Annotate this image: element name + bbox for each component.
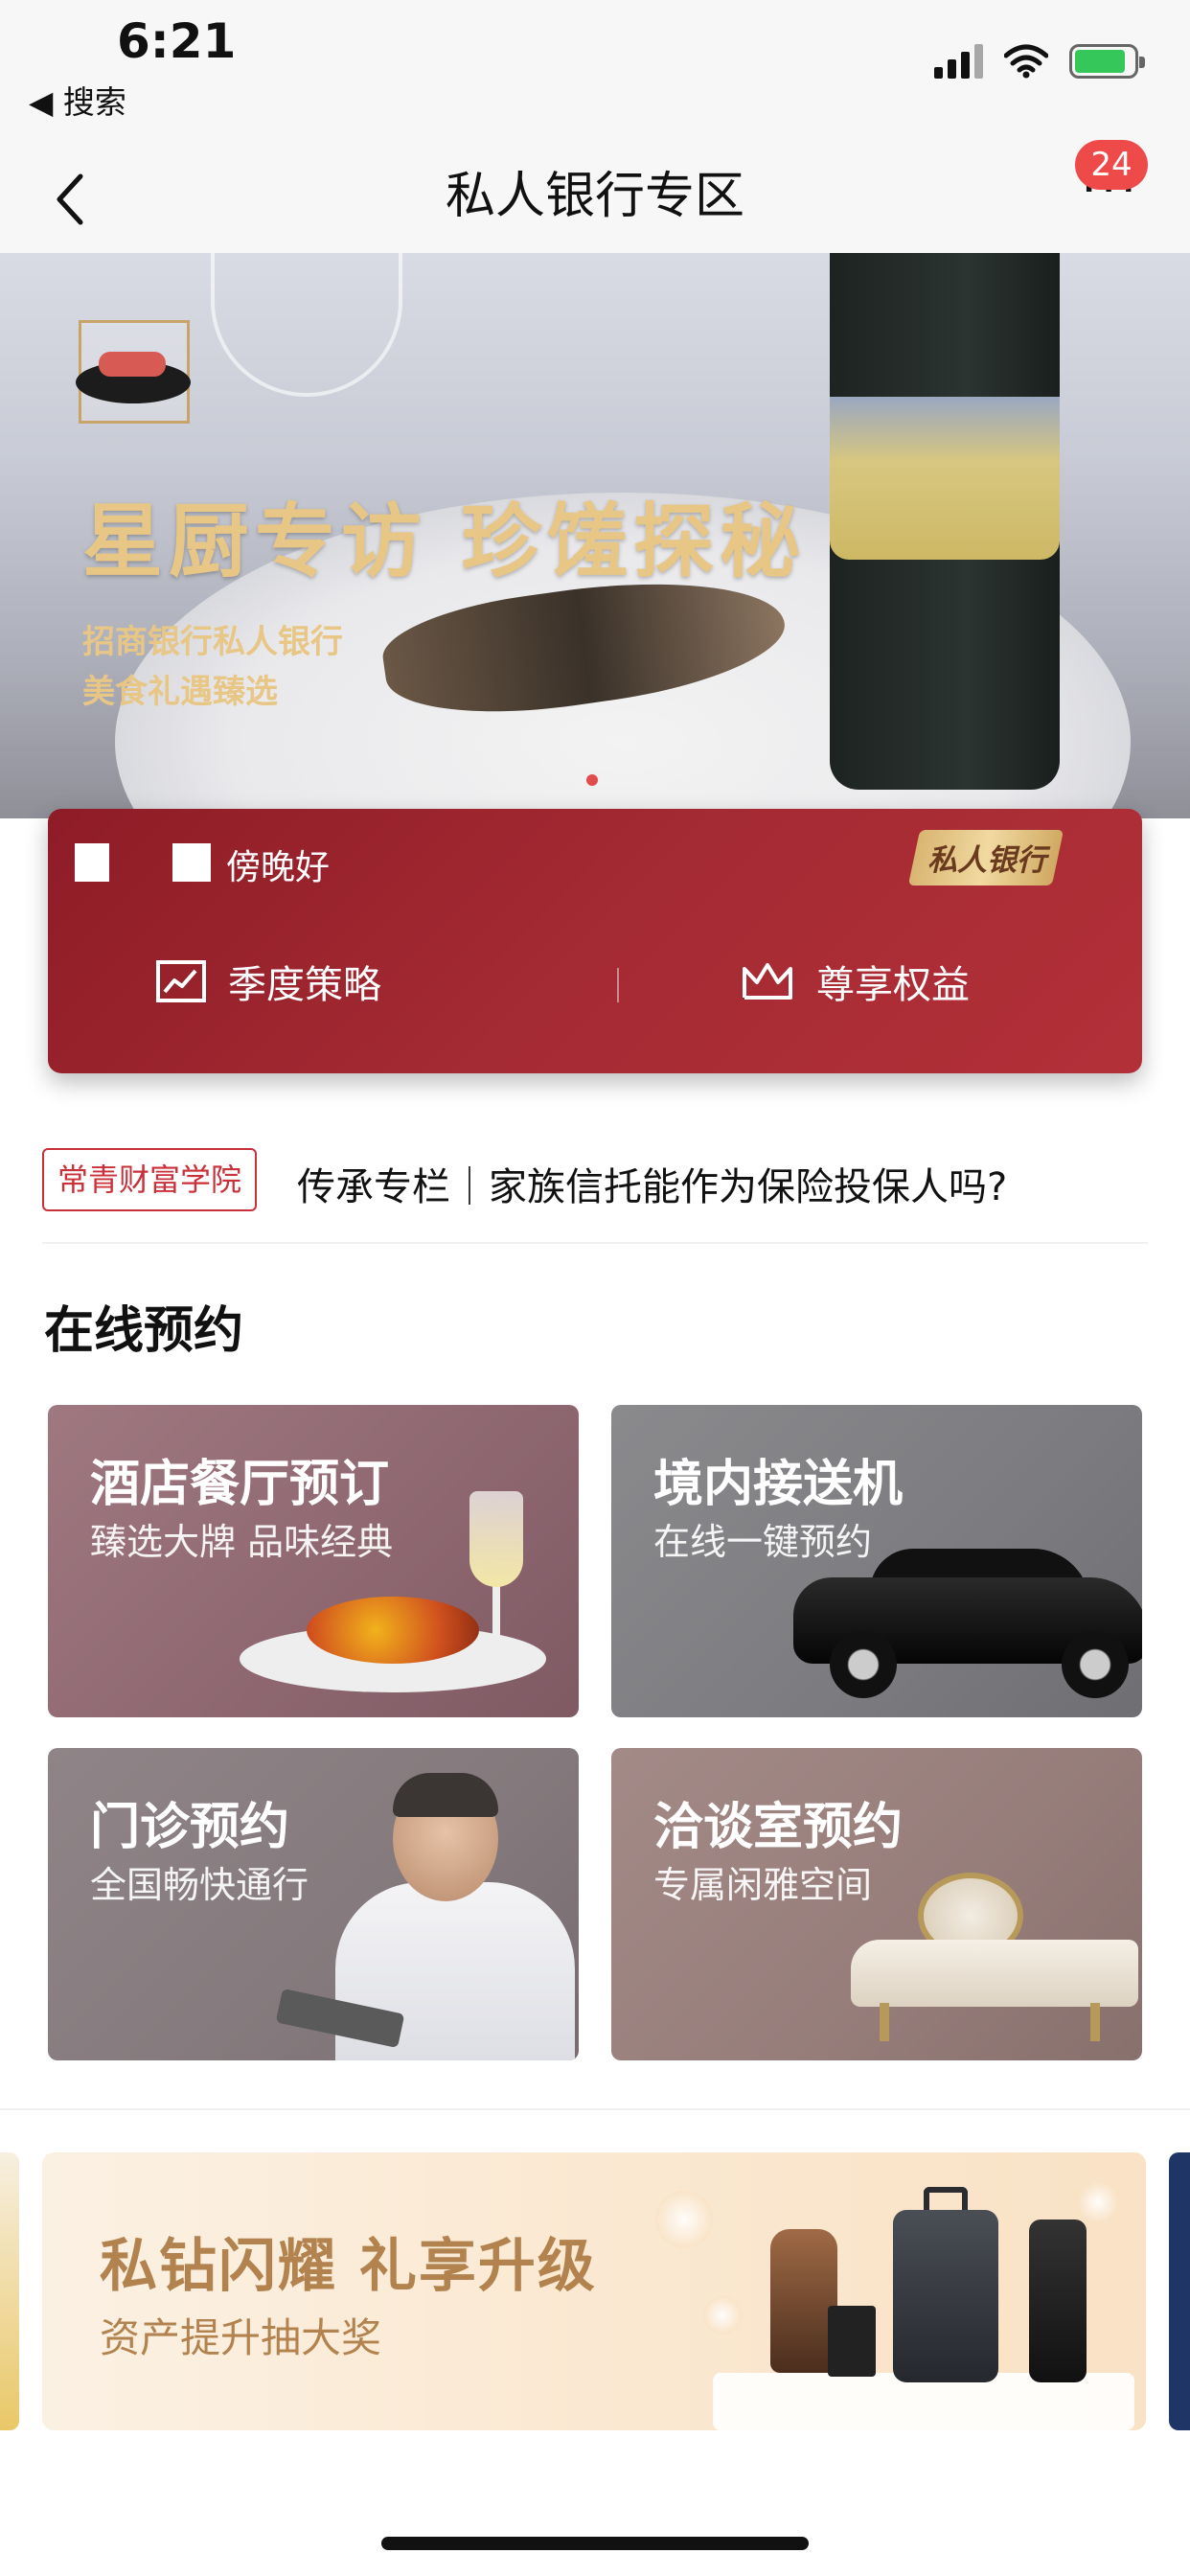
home-indicator <box>381 2537 809 2550</box>
page: 6:21 ◀ 搜索 私人银行专区 ··· 24 星厨专访 珍馐探秘 招商银行私人… <box>0 0 1190 2576</box>
status-icons <box>934 42 1145 80</box>
champagne-glass-icon <box>469 1491 523 1587</box>
airport-transfer-tile[interactable]: 境内接送机 在线一键预约 <box>611 1405 1142 1717</box>
bottle-label-decoration <box>830 397 1060 560</box>
camera-gimbal-icon <box>1029 2220 1087 2382</box>
meeting-room-booking-tile[interactable]: 洽谈室预约 专属闲雅空间 <box>611 1748 1142 2060</box>
hotel-restaurant-booking-tile[interactable]: 酒店餐厅预订 臻选大牌 品味经典 <box>48 1405 579 1717</box>
carousel-prev-card[interactable] <box>0 2152 19 2430</box>
redacted-name-block <box>172 843 211 882</box>
chart-icon <box>156 960 206 1002</box>
doctor-hair-decoration <box>393 1773 498 1817</box>
signal-icon <box>934 44 983 79</box>
academy-headline-link[interactable]: 传承专栏｜家族信托能作为保险投保人吗? <box>297 1156 1007 1211</box>
food-icon <box>307 1597 479 1664</box>
online-booking-title: 在线预约 <box>44 1302 244 1360</box>
promo-subtitle: 资产提升抽大奖 <box>100 2314 382 2361</box>
glass-decoration <box>211 253 402 397</box>
exclusive-benefits-label: 尊享权益 <box>816 963 970 1007</box>
card-divider <box>617 968 619 1002</box>
tile-subtitle: 臻选大牌 品味经典 <box>90 1521 394 1563</box>
banner-subtitle: 招商银行私人银行 美食礼遇臻选 <box>82 617 343 717</box>
quarterly-strategy-label: 季度策略 <box>228 963 381 1007</box>
tile-title: 洽谈室预约 <box>653 1799 904 1856</box>
section-divider <box>42 1242 1148 1244</box>
redacted-name-block <box>75 843 109 882</box>
car-wheel-decoration <box>1062 1631 1129 1698</box>
page-title: 私人银行专区 <box>445 168 744 225</box>
crown-icon <box>743 963 792 1000</box>
nav-bar: 私人银行专区 ··· 24 <box>0 134 1190 253</box>
notification-badge: 24 <box>1075 140 1148 190</box>
tile-title: 门诊预约 <box>90 1799 290 1856</box>
tile-subtitle: 全国畅快通行 <box>90 1864 309 1906</box>
status-time: 6:21 <box>117 13 237 69</box>
sofa-leg-decoration <box>1090 2003 1100 2041</box>
status-bar: 6:21 ◀ 搜索 <box>0 0 1190 134</box>
section-divider <box>0 2108 1190 2110</box>
battery-icon <box>1069 44 1145 79</box>
sofa-icon <box>851 1940 1138 2007</box>
glass-stem-decoration <box>492 1585 500 1652</box>
private-bank-card: 傍晚好 私人银行 季度策略 尊享权益 <box>48 809 1142 1073</box>
quarterly-strategy-button[interactable]: 季度策略 <box>155 953 381 1010</box>
tile-title: 酒店餐厅预订 <box>90 1456 390 1513</box>
private-bank-badge-label: 私人银行 <box>927 843 1046 878</box>
promo-banner[interactable]: 星厨专访 珍馐探秘 招商银行私人银行 美食礼遇臻选 <box>0 253 1190 818</box>
router-box-icon <box>828 2306 876 2377</box>
sashimi-logo-icon <box>76 320 191 424</box>
clinic-appointment-tile[interactable]: 门诊预约 全国畅快通行 <box>48 1748 579 2060</box>
tile-title: 境内接送机 <box>653 1456 904 1513</box>
bubble-decoration <box>1077 2181 1119 2223</box>
exclusive-benefits-button[interactable]: 尊享权益 <box>740 953 970 1010</box>
promo-title: 私钻闪耀 礼享升级 <box>100 2233 597 2300</box>
wifi-icon <box>1004 44 1048 79</box>
tile-subtitle: 在线一键预约 <box>653 1521 873 1563</box>
car-wheel-decoration <box>830 1631 897 1698</box>
greeting-text: 傍晚好 <box>226 848 331 887</box>
upgrade-promo-banner[interactable]: 私钻闪耀 礼享升级 资产提升抽大奖 <box>42 2152 1146 2430</box>
bubble-decoration <box>655 2191 713 2248</box>
bubble-decoration <box>703 2296 742 2334</box>
banner-subtitle-line2: 美食礼遇臻选 <box>82 673 278 711</box>
academy-tag[interactable]: 常青财富学院 <box>42 1148 258 1211</box>
tile-subtitle: 专属闲雅空间 <box>653 1864 873 1906</box>
carousel-indicator <box>586 774 598 786</box>
suitcase-icon <box>893 2210 998 2382</box>
banner-subtitle-line1: 招商银行私人银行 <box>82 623 343 661</box>
carousel-next-card[interactable] <box>1169 2152 1190 2430</box>
banner-title: 星厨专访 珍馐探秘 <box>82 494 807 588</box>
back-to-app-link[interactable]: ◀ 搜索 <box>29 77 126 123</box>
sofa-leg-decoration <box>880 2003 889 2041</box>
